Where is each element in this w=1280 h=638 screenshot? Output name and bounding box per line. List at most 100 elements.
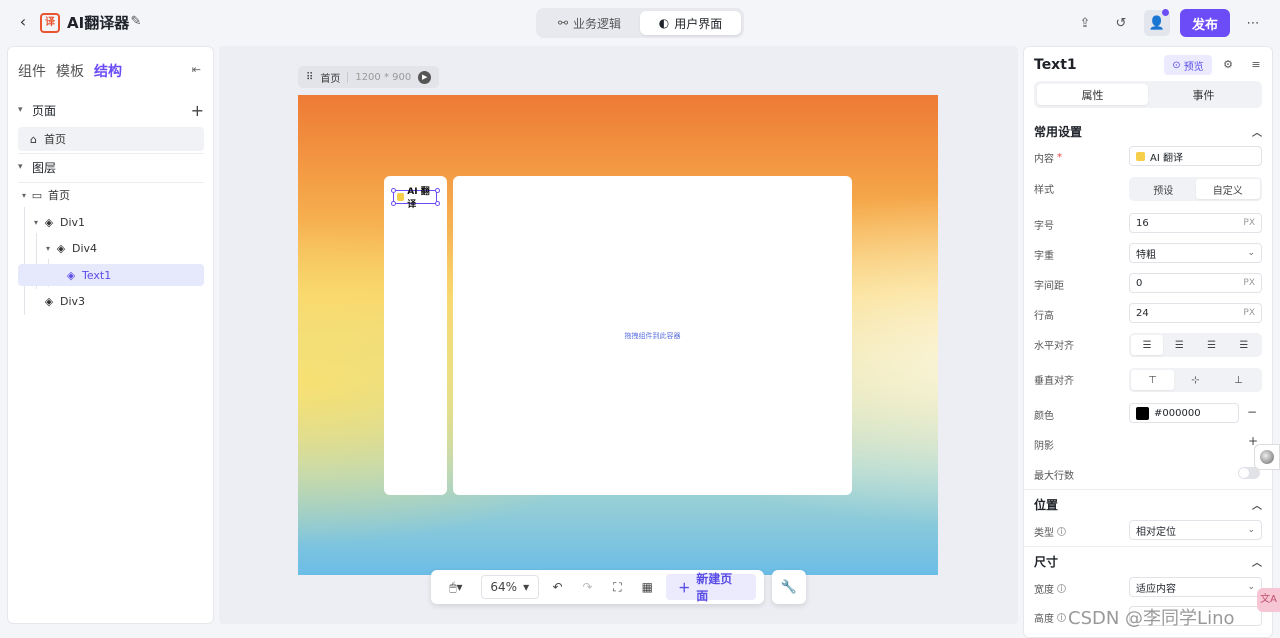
color-input[interactable]: #000000: [1129, 403, 1239, 423]
remove-color-icon[interactable]: −: [1247, 405, 1257, 419]
play-icon[interactable]: ▶: [418, 70, 432, 84]
tree-node-label: Div1: [60, 215, 86, 229]
h-align-segmented: ☰ ☰ ☰ ☰: [1129, 333, 1262, 357]
undo-icon[interactable]: ↶: [547, 575, 569, 599]
tab-attributes[interactable]: 属性: [1037, 84, 1148, 105]
line-height-label: 行高: [1034, 311, 1054, 322]
tab-user-interface-label: 用户界面: [674, 16, 723, 31]
layers-section[interactable]: ▾ 图层: [18, 157, 204, 177]
wrench-icon[interactable]: 🔧: [772, 570, 806, 604]
chevron-up-icon[interactable]: ︿: [1252, 554, 1262, 569]
div3-container[interactable]: 拖拽组件到此容器: [453, 176, 852, 495]
watermark: CSDN @李同学Lino: [1068, 608, 1235, 629]
collaborators-icon[interactable]: 👤: [1144, 9, 1170, 36]
drag-handle-icon[interactable]: ⠿: [306, 72, 313, 83]
font-weight-select[interactable]: 特粗 ⌄: [1129, 243, 1262, 263]
style-label: 样式: [1034, 185, 1054, 196]
export-icon[interactable]: ⇪: [1072, 10, 1098, 36]
required-mark: *: [1057, 152, 1062, 163]
tree-node-home[interactable]: ▾ ▭ 首页: [18, 184, 204, 206]
font-size-input[interactable]: 16 PX: [1129, 213, 1262, 233]
fit-screen-icon[interactable]: ⛶: [606, 575, 628, 599]
chevron-down-icon: ▾: [18, 162, 23, 172]
layers-icon: ◈: [56, 241, 66, 255]
collapse-panel-icon[interactable]: ⇤: [192, 63, 201, 76]
screen-icon: ▭: [31, 188, 43, 202]
pointer-tool[interactable]: 🖱 ▾: [439, 575, 473, 599]
size-header[interactable]: 尺寸 ︿: [1034, 552, 1262, 570]
tab-structure[interactable]: 结构: [94, 61, 122, 81]
tab-user-interface[interactable]: ◐ 用户界面: [640, 11, 741, 35]
align-left-icon[interactable]: ☰: [1131, 335, 1164, 355]
style-preset-option[interactable]: 预设: [1131, 179, 1196, 199]
tab-business-logic[interactable]: ⚯ 业务逻辑: [539, 11, 640, 35]
edit-icon[interactable]: ✎: [128, 14, 144, 30]
new-page-label: 新建页面: [696, 572, 733, 603]
tree-node-div3[interactable]: ◈ Div3: [18, 290, 204, 312]
align-justify-icon[interactable]: ☰: [1228, 335, 1260, 355]
chevron-down-icon: ⌄: [1247, 582, 1255, 592]
app-logo: 译: [40, 13, 60, 33]
divider: [1024, 546, 1272, 547]
position-type-select[interactable]: 相对定位 ⌄: [1129, 520, 1262, 540]
preview-label: 预览: [1183, 61, 1204, 73]
preview-button[interactable]: ⊙ 预览: [1164, 55, 1212, 75]
back-arrow-icon[interactable]: ‹: [14, 13, 32, 31]
align-bottom-icon[interactable]: ⊥: [1217, 370, 1260, 390]
history-icon[interactable]: ↺: [1108, 10, 1134, 36]
color-swatch[interactable]: [1136, 406, 1149, 420]
zoom-select[interactable]: 64% ▾: [480, 575, 539, 599]
chevron-up-icon[interactable]: ︿: [1252, 497, 1262, 512]
position-header[interactable]: 位置 ︿: [1034, 495, 1262, 513]
publish-button[interactable]: 发布: [1180, 9, 1230, 37]
floating-assistant-icon[interactable]: [1254, 444, 1280, 470]
div4-container[interactable]: [384, 176, 447, 495]
grid-icon[interactable]: ▦: [636, 575, 658, 599]
chevron-down-icon: ⌄: [1247, 525, 1255, 535]
new-page-button[interactable]: ＋ 新建页面: [666, 572, 756, 603]
emoji-icon: [397, 193, 405, 201]
layers-icon: ◈: [66, 268, 76, 282]
resize-handle[interactable]: [435, 188, 440, 193]
align-top-icon[interactable]: ⊤: [1131, 370, 1174, 390]
letter-spacing-input[interactable]: 0 PX: [1129, 273, 1262, 293]
chevron-up-icon[interactable]: ︿: [1252, 124, 1262, 139]
letter-spacing-label: 字间距: [1034, 281, 1064, 292]
align-center-icon[interactable]: ☰: [1163, 335, 1195, 355]
gear-icon[interactable]: ⚙: [1220, 57, 1236, 73]
selected-text-component[interactable]: AI 翻译: [393, 187, 437, 210]
shadow-label: 阴影: [1034, 441, 1054, 452]
artboard-size: 1200 * 900: [347, 71, 411, 83]
content-input[interactable]: AI 翻译: [1129, 146, 1262, 166]
align-middle-icon[interactable]: ⊹: [1174, 370, 1217, 390]
resize-handle[interactable]: [391, 201, 396, 206]
line-height-value: 24: [1136, 307, 1149, 319]
tree-node-div1[interactable]: ▾ ◈ Div1: [18, 211, 204, 233]
panel-menu-icon[interactable]: ≡: [1248, 57, 1264, 73]
layers-icon: ◈: [44, 215, 54, 229]
redo-icon[interactable]: ↷: [577, 575, 599, 599]
info-icon: i: [1057, 613, 1066, 622]
pages-section[interactable]: ▾ 页面 +: [18, 100, 204, 120]
home-icon: ⌂: [30, 132, 37, 146]
common-settings-header[interactable]: 常用设置 ︿: [1034, 122, 1262, 140]
resize-handle[interactable]: [391, 188, 396, 193]
align-right-icon[interactable]: ☰: [1196, 335, 1228, 355]
tree-node-text1[interactable]: ◈ Text1: [18, 264, 204, 286]
translate-icon[interactable]: 文A: [1257, 588, 1280, 612]
resize-handle[interactable]: [435, 201, 440, 206]
line-height-input[interactable]: 24 PX: [1129, 303, 1262, 323]
pages-section-label: 页面: [32, 103, 57, 118]
tree-node-div4[interactable]: ▾ ◈ Div4: [18, 237, 204, 259]
add-page-icon[interactable]: +: [191, 101, 204, 120]
tab-templates[interactable]: 模板: [56, 61, 84, 81]
artboard-label[interactable]: ⠿ 首页 1200 * 900 ▶: [298, 66, 440, 88]
width-label-text: 宽度: [1034, 585, 1054, 596]
tab-components[interactable]: 组件: [18, 61, 46, 81]
page-item-home[interactable]: ⌂ 首页: [18, 127, 204, 151]
width-select[interactable]: 适应内容 ⌄: [1129, 577, 1262, 597]
more-icon[interactable]: ⋯: [1240, 10, 1266, 36]
style-custom-option[interactable]: 自定义: [1195, 179, 1260, 199]
unit-label: PX: [1243, 278, 1255, 288]
tab-events[interactable]: 事件: [1148, 84, 1259, 105]
